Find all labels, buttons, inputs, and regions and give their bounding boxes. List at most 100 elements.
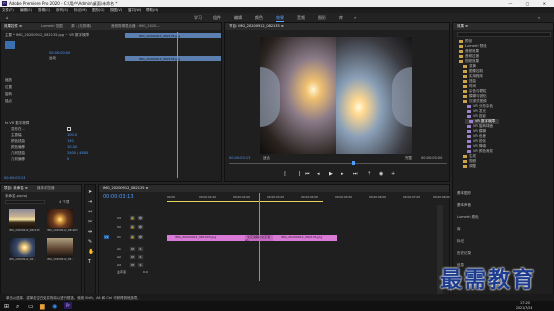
section-vr-glitch[interactable]: fx VR 数字故障 [5, 121, 29, 126]
tab-project[interactable]: 项目: 未命名 ≡ [4, 186, 28, 191]
timeline-panel: IMG_20200912_082135 ≡ 00:00:03:13 00:00 … [98, 184, 450, 301]
ripple-edit-tool-icon[interactable]: ⇿ [88, 209, 92, 215]
solo-icon[interactable]: S [137, 262, 144, 268]
tab-effect-controls[interactable]: 效果控件 ≡ [4, 24, 22, 29]
section-motion[interactable]: 运动 [49, 56, 56, 61]
section-markers[interactable]: 标记 [457, 239, 464, 244]
mark-in-icon[interactable]: ⎸ [285, 171, 290, 177]
video-clip[interactable]: IMG_20200912_081903.jpg [167, 235, 245, 241]
workspace-assembly[interactable]: 组件 [213, 15, 221, 21]
mark-out-icon[interactable]: ⎹ [295, 171, 300, 177]
mute-icon[interactable]: M [129, 254, 136, 260]
frame-forward-icon[interactable]: ▸ [341, 171, 344, 177]
media-thumbnail[interactable] [47, 209, 73, 228]
tab-audio-mixer[interactable]: 音频剪辑混合器 : IMG_2020... [111, 24, 160, 29]
lock-icon[interactable]: 🔒 [129, 234, 136, 240]
video-clip[interactable]: IMG_20200912_082135.jpg [273, 235, 337, 241]
razor-tool-icon[interactable]: ✂ [88, 219, 92, 225]
section-history[interactable]: 历史记录 [457, 251, 471, 256]
selection-tool-icon[interactable]: ➤ [88, 189, 92, 195]
export-frame-icon[interactable]: ◉ [379, 171, 383, 177]
file-explorer-icon[interactable]: ▆ [40, 303, 45, 310]
mute-icon[interactable]: M [129, 262, 136, 268]
master-volume[interactable]: 0.0 [143, 270, 148, 274]
workspace-more[interactable]: » [354, 15, 356, 20]
quality-dropdown[interactable]: 完整 [405, 156, 412, 161]
search-icon[interactable]: ⌕ [16, 303, 19, 311]
media-thumbnail[interactable] [47, 238, 73, 257]
ruler-tick: 00:00:04:00 [301, 195, 319, 199]
ruler-tick: 00:00:06:00 [369, 195, 387, 199]
track-label: V1 [117, 235, 121, 239]
window-controls[interactable]: — ▢ ✕ [508, 1, 552, 6]
eye-icon[interactable]: 👁 [137, 224, 144, 230]
hand-tool-icon[interactable]: ✋ [88, 249, 94, 255]
type-tool-icon[interactable]: T [88, 259, 91, 265]
eye-icon[interactable]: 👁 [137, 215, 144, 221]
timeline-timecode[interactable]: 00:00:03:13 [103, 194, 134, 200]
workspace-editing[interactable]: 编辑 [234, 15, 242, 21]
search-icon[interactable]: ⌕ [538, 15, 540, 20]
solo-icon[interactable]: S [137, 246, 144, 252]
workspace-effects[interactable]: 效果 [276, 15, 284, 22]
program-playhead[interactable] [352, 161, 355, 165]
playhead-line[interactable] [177, 32, 178, 178]
step-forward-icon[interactable]: ⏭ [353, 171, 358, 177]
tab-lumetri-scopes[interactable]: Lumetri 范围 [41, 24, 63, 29]
tab-source[interactable]: 源 : (无剪辑) [71, 24, 91, 29]
transition-clip[interactable]: 交叉溶解 (交叉溶解) [245, 235, 273, 243]
frame-back-icon[interactable]: ◂ [317, 171, 320, 177]
section-libraries[interactable]: 库 [457, 227, 461, 232]
workspace-color[interactable]: 颜色 [255, 15, 263, 21]
add-button-icon[interactable]: + [391, 171, 395, 177]
pen-tool-icon[interactable]: ✎ [88, 239, 92, 245]
play-icon[interactable]: ▶ [329, 171, 333, 177]
workspace-bar: ⌂ 学习 组件 编辑 颜色 效果 音频 图形 库 » ⌕ [0, 13, 554, 22]
tab-effects[interactable]: 效果 ≡ [457, 24, 468, 29]
section-essential-graphics[interactable]: 基本图形 [457, 191, 471, 196]
param-row: 旋转 [5, 92, 12, 96]
mute-icon[interactable]: M [129, 246, 136, 252]
premiere-taskbar-icon[interactable]: Pr [64, 302, 72, 309]
project-tabs: 项目: 未命名 ≡ 媒体浏览器 [1, 185, 81, 192]
slip-tool-icon[interactable]: ⇹ [88, 229, 92, 235]
workspace-libraries[interactable]: 库 [339, 15, 343, 21]
section-essential-sound[interactable]: 基本声音 [457, 203, 471, 208]
media-thumbnail[interactable] [9, 238, 35, 257]
lock-icon[interactable]: 🔒 [129, 215, 136, 221]
windows-start-icon[interactable]: ⊞ [4, 303, 9, 310]
workspace-audio[interactable]: 音频 [297, 15, 305, 21]
browser-icon[interactable]: ◉ [52, 303, 57, 310]
time-ruler[interactable]: 00:00 00:00:01:00 00:00:02:00 00:00:03:0… [167, 193, 450, 199]
program-tabs: 节目: IMG_20200912_082135 ≡ [225, 23, 449, 30]
ec-timecode[interactable]: 00:00:03:13 [4, 176, 25, 180]
task-view-icon[interactable]: ▭ [28, 303, 34, 310]
tab-program[interactable]: 节目: IMG_20200912_082135 ≡ [229, 24, 284, 29]
home-icon[interactable]: ⌂ [6, 15, 9, 20]
step-back-icon[interactable]: ⏮ [305, 171, 310, 177]
project-search-input[interactable] [5, 200, 45, 204]
ruler-tick: 00:00:01:00 [199, 195, 217, 199]
solo-icon[interactable]: S [137, 254, 144, 260]
eye-icon[interactable]: 👁 [137, 234, 144, 240]
vr-checkbox[interactable] [67, 127, 71, 131]
tab-media-browser[interactable]: 媒体浏览器 [37, 186, 55, 191]
program-timecode[interactable]: 00:00:03:13 [229, 156, 250, 160]
effects-item[interactable]: 调整 [463, 164, 476, 169]
project-item-count: 4 个项 [59, 200, 70, 204]
program-scrubber[interactable] [229, 163, 447, 164]
param-row: 锚点 [5, 99, 12, 103]
source-patch-v1[interactable]: V1 [103, 234, 110, 240]
fit-dropdown[interactable]: 适合 [263, 156, 270, 161]
media-thumbnail[interactable] [9, 209, 35, 228]
work-area-bar[interactable] [167, 201, 323, 202]
tab-sequence[interactable]: IMG_20200912_082135 ≡ [103, 186, 149, 190]
workspace-learn[interactable]: 学习 [194, 15, 202, 21]
vr-param: 变形在... [11, 127, 25, 131]
effects-search-input[interactable] [457, 32, 551, 37]
track-select-tool-icon[interactable]: ⇥ [88, 199, 92, 205]
section-lumetri-color[interactable]: Lumetri 颜色 [457, 215, 479, 220]
workspace-graphics[interactable]: 图形 [318, 15, 326, 21]
lock-icon[interactable]: 🔒 [129, 224, 136, 230]
lift-icon[interactable]: ⇡ [367, 171, 371, 177]
